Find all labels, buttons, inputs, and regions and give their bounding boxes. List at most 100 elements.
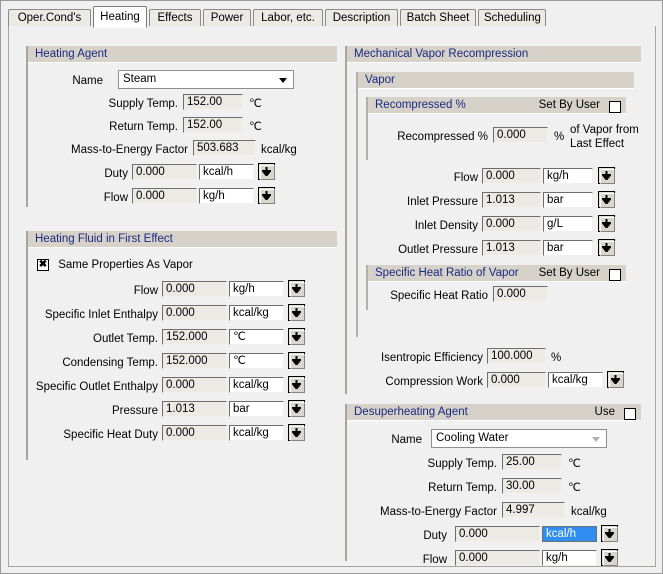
vapor-outlet-pressure-unit-combo[interactable]: bar: [543, 240, 593, 256]
heating-fluid-inlet-enthalpy-unit-dropdown-button[interactable]: [288, 304, 305, 321]
group-heating-fluid-title: Heating Fluid in First Effect: [35, 233, 173, 245]
tab-scheduling[interactable]: Scheduling: [478, 9, 546, 27]
label-duty: Duty: [104, 168, 128, 180]
vapor-flow-unit-dropdown-button[interactable]: [598, 167, 615, 184]
vapor-outlet-pressure-unit-dropdown-button[interactable]: [598, 239, 615, 256]
recompressed-set-by-user-checkbox[interactable]: [609, 100, 621, 113]
heating-fluid-inlet-enthalpy-unit-combo[interactable]: kcal/kg: [229, 305, 284, 321]
vapor-outlet-pressure-input[interactable]: 1.013: [482, 240, 541, 256]
group-recompressed-percent: Recompressed % Set By User Recompressed …: [366, 97, 639, 160]
desuperheating-duty-input[interactable]: 0.000: [455, 526, 540, 542]
same-properties-as-vapor-checkbox[interactable]: [37, 259, 49, 271]
heating-fluid-condensing-temp-unit-dropdown-button[interactable]: [288, 352, 305, 369]
group-specific-heat-ratio-body: Specific Heat Ratio 0.000: [368, 282, 626, 310]
tab-labor-etc[interactable]: Labor, etc.: [253, 9, 323, 27]
desuperheating-flow-unit-combo[interactable]: kg/h: [542, 550, 597, 566]
tab-oper-conds[interactable]: Oper.Cond's: [8, 9, 91, 27]
desuperheating-name-combo[interactable]: Cooling Water: [431, 429, 607, 448]
arrow-down-icon: [602, 171, 611, 180]
tab-power[interactable]: Power: [203, 9, 251, 27]
label-fluid-flow: Flow: [133, 285, 158, 297]
arrow-down-icon: [292, 404, 301, 413]
desuperheating-return-temp-unit: ℃: [568, 482, 581, 494]
vapor-flow-input[interactable]: 0.000: [482, 168, 541, 184]
heating-fluid-pressure-unit-dropdown-button[interactable]: [288, 400, 305, 417]
heating-fluid-condensing-temp-unit-combo[interactable]: ℃: [229, 353, 284, 369]
arrow-down-icon: [292, 356, 301, 365]
vapor-flow-unit-combo[interactable]: kg/h: [543, 168, 593, 184]
heating-fluid-pressure-unit-combo[interactable]: bar: [229, 401, 284, 417]
heating-agent-flow-input[interactable]: 0.000: [132, 188, 197, 204]
label-desuperheating-name: Name: [391, 434, 422, 446]
heating-agent-flow-unit-combo[interactable]: kg/h: [199, 188, 254, 204]
shr-set-by-user-checkbox[interactable]: [609, 268, 621, 281]
vapor-inlet-density-unit-dropdown-button[interactable]: [598, 215, 615, 232]
compression-work-unit-combo[interactable]: kcal/kg: [548, 372, 603, 388]
tab-heating[interactable]: Heating: [93, 6, 147, 28]
recompressed-percent-input[interactable]: 0.000: [493, 127, 548, 143]
desuperheating-mef-unit: kcal/kg: [571, 506, 607, 518]
label-compression-work: Compression Work: [385, 376, 483, 388]
recompressed-note-line2: Last Effect: [570, 138, 625, 150]
heating-fluid-outlet-enthalpy-unit-dropdown-button[interactable]: [288, 376, 305, 393]
heating-fluid-outlet-temp-input[interactable]: 152.000: [162, 329, 227, 345]
desuperheating-duty-unit-combo[interactable]: kcal/h: [542, 526, 597, 542]
tab-batch-sheet[interactable]: Batch Sheet: [400, 9, 476, 27]
vapor-inlet-pressure-unit-combo[interactable]: bar: [543, 192, 593, 208]
heating-agent-flow-unit-dropdown-button[interactable]: [258, 187, 275, 204]
heating-agent-mef-input[interactable]: 503.683: [193, 140, 256, 156]
heating-agent-duty-input[interactable]: 0.000: [132, 164, 197, 180]
heating-fluid-flow-unit-combo[interactable]: kg/h: [229, 281, 284, 297]
label-pressure: Pressure: [111, 405, 158, 417]
label-desuper-flow: Flow: [422, 554, 447, 566]
heating-fluid-heat-duty-unit-combo[interactable]: kcal/kg: [229, 425, 284, 441]
heating-fluid-flow-unit-dropdown-button[interactable]: [288, 280, 305, 297]
heating-fluid-pressure-input[interactable]: 1.013: [162, 401, 227, 417]
desuperheating-use-checkbox[interactable]: [624, 407, 636, 420]
heating-fluid-outlet-temp-unit-dropdown-button[interactable]: [288, 328, 305, 345]
desuperheating-supply-temp-input[interactable]: 25.00: [502, 454, 562, 470]
heating-fluid-heat-duty-input[interactable]: 0.000: [162, 425, 227, 441]
arrow-down-icon: [292, 428, 301, 437]
tab-effects[interactable]: Effects: [149, 9, 201, 27]
heating-fluid-outlet-enthalpy-unit-combo[interactable]: kcal/kg: [229, 377, 284, 393]
heating-fluid-heat-duty-unit-dropdown-button[interactable]: [288, 424, 305, 441]
desuperheating-flow-input[interactable]: 0.000: [455, 550, 540, 566]
vapor-inlet-density-unit-combo[interactable]: g/L: [543, 216, 593, 232]
heating-agent-duty-unit-combo[interactable]: kcal/h: [199, 164, 254, 180]
group-specific-heat-ratio-title: Specific Heat Ratio of Vapor: [375, 267, 519, 279]
tab-bar: Oper.Cond's Heating Effects Power Labor,…: [8, 6, 656, 28]
desuperheating-flow-unit-dropdown-button[interactable]: [601, 549, 618, 566]
heating-fluid-inlet-enthalpy-input[interactable]: 0.000: [162, 305, 227, 321]
vapor-inlet-pressure-unit-dropdown-button[interactable]: [598, 191, 615, 208]
compression-work-input[interactable]: 0.000: [487, 372, 546, 388]
label-inlet-pressure: Inlet Pressure: [407, 196, 478, 208]
desuperheating-mef-input[interactable]: 4.997: [502, 502, 565, 518]
group-vapor: Vapor Recompressed % Set By User Recompr…: [356, 72, 639, 337]
arrow-down-icon: [602, 219, 611, 228]
label-recompressed-percent: Recompressed %: [397, 131, 488, 143]
heating-agent-duty-unit-dropdown-button[interactable]: [258, 163, 275, 180]
vapor-inlet-pressure-input[interactable]: 1.013: [482, 192, 541, 208]
arrow-down-icon: [605, 529, 614, 538]
label-isentropic-efficiency: Isentropic Efficiency: [380, 352, 483, 364]
heating-agent-supply-temp-input[interactable]: 152.00: [183, 94, 243, 110]
specific-heat-ratio-input[interactable]: 0.000: [493, 286, 548, 302]
desuperheating-duty-unit-dropdown-button[interactable]: [601, 525, 618, 542]
heating-fluid-outlet-temp-unit-combo[interactable]: ℃: [229, 329, 284, 345]
vapor-inlet-density-input[interactable]: 0.000: [482, 216, 541, 232]
compression-work-unit-dropdown-button[interactable]: [607, 371, 624, 388]
heating-agent-return-temp-input[interactable]: 152.00: [183, 117, 243, 133]
label-outlet-pressure: Outlet Pressure: [398, 244, 478, 256]
same-properties-as-vapor-label: Same Properties As Vapor: [58, 259, 193, 271]
heating-fluid-flow-input[interactable]: 0.000: [162, 281, 227, 297]
same-properties-as-vapor-row[interactable]: Same Properties As Vapor: [37, 258, 193, 272]
heating-fluid-condensing-temp-input[interactable]: 152.000: [162, 353, 227, 369]
tab-description[interactable]: Description: [325, 9, 398, 27]
arrow-down-icon: [262, 191, 271, 200]
heating-agent-name-combo[interactable]: Steam: [118, 70, 294, 89]
desuperheating-return-temp-input[interactable]: 30.00: [502, 478, 562, 494]
group-desuperheating-title: Desuperheating Agent: [354, 406, 468, 418]
heating-fluid-outlet-enthalpy-input[interactable]: 0.000: [162, 377, 227, 393]
isentropic-efficiency-input[interactable]: 100.000: [487, 348, 546, 364]
